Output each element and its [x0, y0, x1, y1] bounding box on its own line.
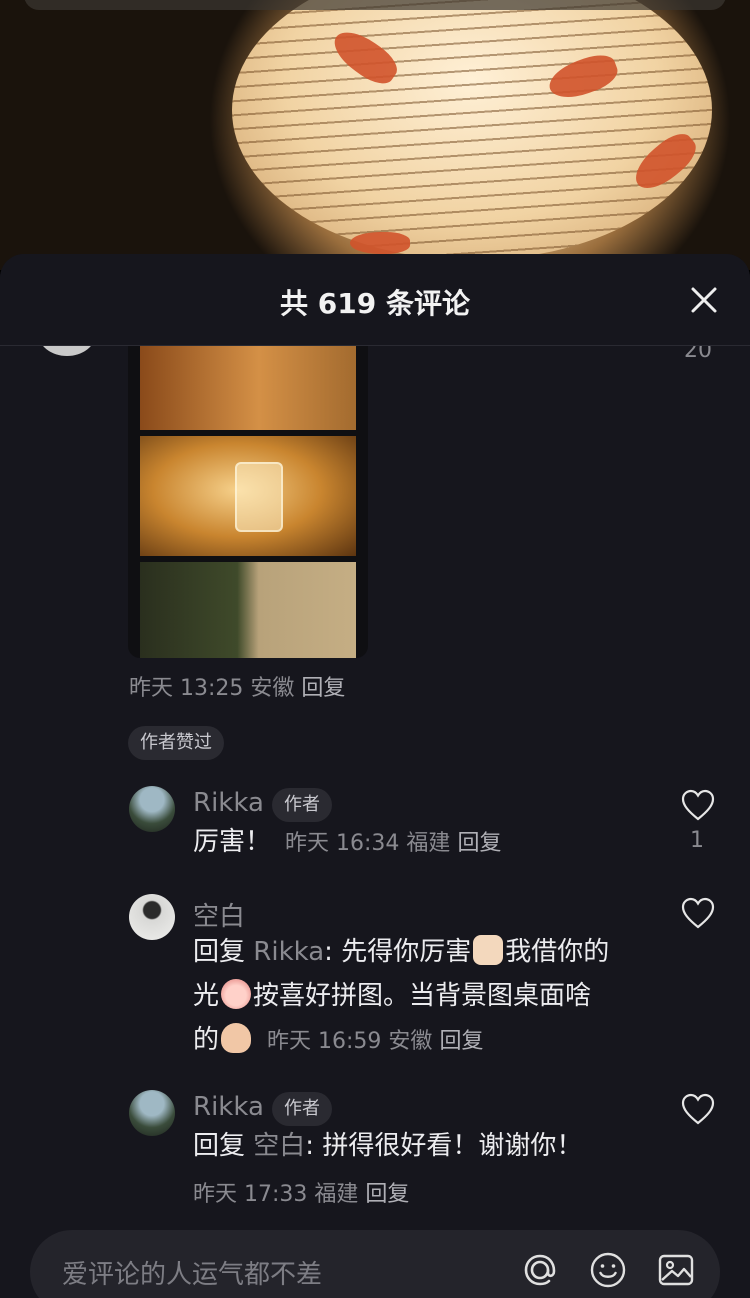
author-badge: 作者 — [272, 1092, 332, 1126]
reply-text: 厉害！ 昨天 16:34 福建 回复 — [193, 820, 653, 866]
comment-list[interactable]: 20 昨天 13:25 安徽 回复 作者赞过 Rikka 作者 厉害！ 昨天 16… — [0, 346, 750, 1226]
reply-button[interactable]: 回复 — [301, 676, 345, 701]
collage-panel-shadows — [140, 562, 356, 658]
reply-target[interactable]: 空白 — [253, 1131, 305, 1161]
top-bar-remnant — [24, 0, 726, 10]
reply-body-part: 我借你的 — [505, 937, 610, 967]
reply-button[interactable]: 回复 — [457, 831, 501, 856]
comment-count-title: 共 619 条评论 — [280, 287, 470, 320]
reply-meta: 昨天 16:34 福建 回复 — [285, 831, 501, 856]
thumbs-up-emoji-icon — [473, 935, 504, 965]
comment-meta: 昨天 13:25 安徽 回复 — [129, 670, 345, 702]
goldfish-decoration — [350, 232, 410, 254]
comment-input-bar[interactable]: 爱评论的人运气都不差 — [30, 1230, 720, 1298]
reply-text: 回复 空白: 拼得很好看！谢谢你！ — [193, 1124, 653, 1168]
avatar[interactable] — [129, 786, 175, 832]
lantern-image — [232, 0, 712, 260]
username[interactable]: Rikka — [193, 1092, 264, 1122]
comment-image[interactable] — [128, 346, 368, 658]
avatar[interactable] — [129, 1090, 175, 1136]
reply-body: 厉害！ — [193, 827, 272, 857]
reply-body-part: 光 — [193, 981, 220, 1011]
reply-body-part: 按喜好拼图。当背景图桌面啥 — [253, 981, 592, 1011]
reply-location: 福建 — [314, 1182, 359, 1207]
reply-meta: 昨天 17:33 福建 回复 — [193, 1176, 409, 1208]
author-liked-badge: 作者赞过 — [128, 726, 224, 760]
comment-location: 安徽 — [250, 676, 295, 701]
collage-panel-flowers — [140, 346, 356, 430]
reply-button[interactable]: 回复 — [439, 1029, 483, 1054]
heart-icon[interactable] — [680, 896, 716, 930]
glass-illustration — [235, 462, 283, 532]
collage-panel-glass — [140, 436, 356, 556]
crying-emoji-icon — [221, 979, 252, 1009]
reply-button[interactable]: 回复 — [365, 1182, 409, 1207]
reply-body: : 拼得很好看！谢谢你！ — [305, 1131, 583, 1161]
avatar[interactable] — [129, 894, 175, 940]
reply-time: 昨天 17:33 — [193, 1182, 308, 1207]
reply-prefix: 回复 — [193, 937, 246, 967]
reply-target[interactable]: Rikka — [253, 937, 324, 967]
heart-icon[interactable] — [680, 788, 716, 822]
reply-location: 福建 — [406, 831, 451, 856]
author-badge: 作者 — [272, 788, 332, 822]
reply-prefix: 回复 — [193, 1131, 246, 1161]
reply-body-part: : 先得你厉害 — [324, 937, 472, 967]
comments-sheet: 共 619 条评论 20 昨天 13:25 安徽 回复 作者赞过 Rikka 作… — [0, 254, 750, 1298]
reply-time: 昨天 16:59 — [267, 1029, 382, 1054]
sheet-header: 共 619 条评论 — [0, 254, 750, 346]
reply-text: 回复 Rikka: 先得你厉害 我借你的 光 按喜好拼图。当背景图桌面啥 的 昨天 1… — [193, 930, 653, 1064]
like-count: 1 — [690, 828, 704, 853]
heart-icon[interactable] — [680, 1092, 716, 1126]
comment-input-placeholder[interactable]: 爱评论的人运气都不差 — [62, 1254, 322, 1291]
username[interactable]: Rikka — [193, 788, 264, 818]
close-icon[interactable] — [688, 284, 720, 316]
emoji-icon[interactable] — [588, 1250, 628, 1290]
reply-body-part: 的 — [193, 1025, 220, 1055]
reply-location: 安徽 — [388, 1029, 433, 1054]
at-icon[interactable] — [520, 1250, 560, 1290]
comment-time: 昨天 13:25 — [129, 676, 244, 701]
reply-meta: 昨天 16:59 安徽 回复 — [267, 1029, 483, 1054]
background-photo — [0, 0, 750, 270]
like-count: 20 — [684, 346, 712, 363]
avatar[interactable] — [38, 346, 96, 356]
reply-time: 昨天 16:34 — [285, 831, 400, 856]
username[interactable]: 空白 — [193, 896, 245, 933]
ok-hand-emoji-icon — [221, 1023, 252, 1053]
image-icon[interactable] — [656, 1250, 696, 1290]
